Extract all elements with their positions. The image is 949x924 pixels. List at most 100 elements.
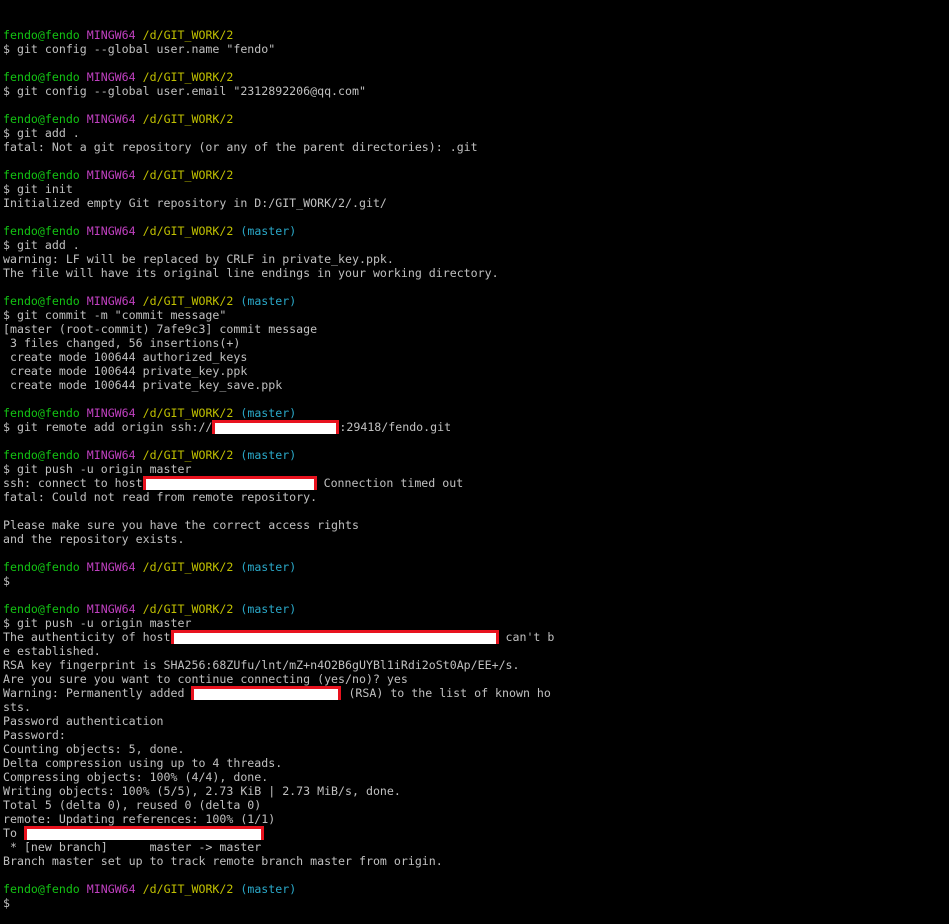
output-line: create mode 100644 private_key_save.ppk <box>3 378 283 392</box>
command-line: $ git add . <box>3 238 80 252</box>
prompt-path: /d/GIT_WORK/2 <box>142 448 234 462</box>
output-line: Total 5 (delta 0), reused 0 (delta 0) <box>3 798 262 812</box>
output-line: Password authentication <box>3 714 164 728</box>
output-text: To <box>3 826 24 840</box>
prompt-shell: MINGW64 <box>86 168 136 182</box>
prompt-line: fendo@fendo MINGW64 /d/GIT_WORK/2 (maste… <box>3 448 949 462</box>
output-line-redacted: ssh: connect to host Connection timed ou… <box>3 476 949 490</box>
output-line: Compressing objects: 100% (4/4), done. <box>3 770 269 784</box>
command-line: $ git config --global user.name "fendo" <box>3 42 276 56</box>
prompt-user: fendo@fendo <box>3 112 80 126</box>
output-line: and the repository exists. <box>3 532 185 546</box>
redaction-box <box>191 686 342 700</box>
output-text: ssh: connect to host <box>3 476 143 490</box>
output-text: The authenticity of host <box>3 630 171 644</box>
output-text: Warning: Permanently added <box>3 686 192 700</box>
output-line-redacted: $ git remote add origin ssh:// :29418/fen… <box>3 420 949 434</box>
command-line: $ <box>3 574 10 588</box>
redaction-box <box>142 476 317 490</box>
prompt-line: fendo@fendo MINGW64 /d/GIT_WORK/2 <box>3 112 949 126</box>
output-line: Password: <box>3 728 66 742</box>
prompt-shell: MINGW64 <box>86 406 136 420</box>
prompt-user: fendo@fendo <box>3 294 80 308</box>
prompt-path: /d/GIT_WORK/2 <box>142 70 234 84</box>
command-line: $ git push -u origin master <box>3 462 192 476</box>
command-line: $ git commit -m "commit message" <box>3 308 227 322</box>
command-line: $ git init <box>3 182 73 196</box>
prompt-user: fendo@fendo <box>3 602 80 616</box>
prompt-path: /d/GIT_WORK/2 <box>142 602 234 616</box>
terminal-window[interactable]: fendo@fendo MINGW64 /d/GIT_WORK/2 $ git c… <box>0 0 949 910</box>
output-text: :29418/fendo.git <box>339 420 452 434</box>
prompt-user: fendo@fendo <box>3 882 80 896</box>
prompt-shell: MINGW64 <box>86 602 136 616</box>
prompt-shell: MINGW64 <box>86 448 136 462</box>
command-line: $ git config --global user.email "231289… <box>3 84 366 98</box>
prompt-shell: MINGW64 <box>86 224 136 238</box>
redaction-box <box>212 420 340 434</box>
output-text: $ git remote add origin ssh:// <box>3 420 213 434</box>
output-line: Are you sure you want to continue connec… <box>3 672 408 686</box>
prompt-path: /d/GIT_WORK/2 <box>142 112 234 126</box>
redaction-box <box>23 826 264 840</box>
prompt-branch: (master) <box>240 448 297 462</box>
prompt-line: fendo@fendo MINGW64 /d/GIT_WORK/2 (maste… <box>3 294 949 308</box>
output-line: Counting objects: 5, done. <box>3 742 185 756</box>
prompt-line: fendo@fendo MINGW64 /d/GIT_WORK/2 <box>3 70 949 84</box>
prompt-shell: MINGW64 <box>86 294 136 308</box>
output-text: (RSA) to the list of known ho <box>341 686 551 700</box>
output-line: RSA key fingerprint is SHA256:68ZUfu/lnt… <box>3 658 520 672</box>
command-line: $ <box>3 896 10 910</box>
prompt-path: /d/GIT_WORK/2 <box>142 28 234 42</box>
prompt-branch: (master) <box>240 882 297 896</box>
prompt-user: fendo@fendo <box>3 560 80 574</box>
output-line-redacted: To <box>3 826 949 840</box>
prompt-path: /d/GIT_WORK/2 <box>142 560 234 574</box>
output-line: remote: Updating references: 100% (1/1) <box>3 812 276 826</box>
output-line: fatal: Not a git repository (or any of t… <box>3 140 478 154</box>
prompt-line: fendo@fendo MINGW64 /d/GIT_WORK/2 (maste… <box>3 560 949 574</box>
prompt-line: fendo@fendo MINGW64 /d/GIT_WORK/2 (maste… <box>3 882 949 896</box>
prompt-shell: MINGW64 <box>86 70 136 84</box>
prompt-line: fendo@fendo MINGW64 /d/GIT_WORK/2 (maste… <box>3 406 949 420</box>
output-line: Initialized empty Git repository in D:/G… <box>3 196 387 210</box>
prompt-branch: (master) <box>240 294 297 308</box>
prompt-branch: (master) <box>240 602 297 616</box>
output-line: fatal: Could not read from remote reposi… <box>3 490 318 504</box>
command-line: $ git push -u origin master <box>3 616 192 630</box>
prompt-shell: MINGW64 <box>86 112 136 126</box>
prompt-path: /d/GIT_WORK/2 <box>142 294 234 308</box>
prompt-shell: MINGW64 <box>86 560 136 574</box>
terminal-output: fendo@fendo MINGW64 /d/GIT_WORK/2 $ git c… <box>3 28 949 910</box>
prompt-shell: MINGW64 <box>86 882 136 896</box>
output-line: Delta compression using up to 4 threads. <box>3 756 283 770</box>
output-line: Branch master set up to track remote bra… <box>3 854 443 868</box>
output-line-redacted: The authenticity of host can't b <box>3 630 949 644</box>
prompt-path: /d/GIT_WORK/2 <box>142 168 234 182</box>
output-line-redacted: Warning: Permanently added (RSA) to the … <box>3 686 949 700</box>
output-text: Connection timed out <box>316 476 464 490</box>
prompt-branch: (master) <box>240 406 297 420</box>
prompt-user: fendo@fendo <box>3 168 80 182</box>
prompt-line: fendo@fendo MINGW64 /d/GIT_WORK/2 (maste… <box>3 602 949 616</box>
output-line: Writing objects: 100% (5/5), 2.73 KiB | … <box>3 784 401 798</box>
output-line: The file will have its original line end… <box>3 266 499 280</box>
prompt-path: /d/GIT_WORK/2 <box>142 406 234 420</box>
prompt-line: fendo@fendo MINGW64 /d/GIT_WORK/2 <box>3 28 949 42</box>
prompt-user: fendo@fendo <box>3 70 80 84</box>
prompt-line: fendo@fendo MINGW64 /d/GIT_WORK/2 (maste… <box>3 224 949 238</box>
output-line: * [new branch] master -> master <box>3 840 262 854</box>
output-line: Please make sure you have the correct ac… <box>3 518 359 532</box>
prompt-user: fendo@fendo <box>3 28 80 42</box>
prompt-shell: MINGW64 <box>86 28 136 42</box>
redaction-box <box>170 630 499 644</box>
output-line: [master (root-commit) 7afe9c3] commit me… <box>3 322 318 336</box>
